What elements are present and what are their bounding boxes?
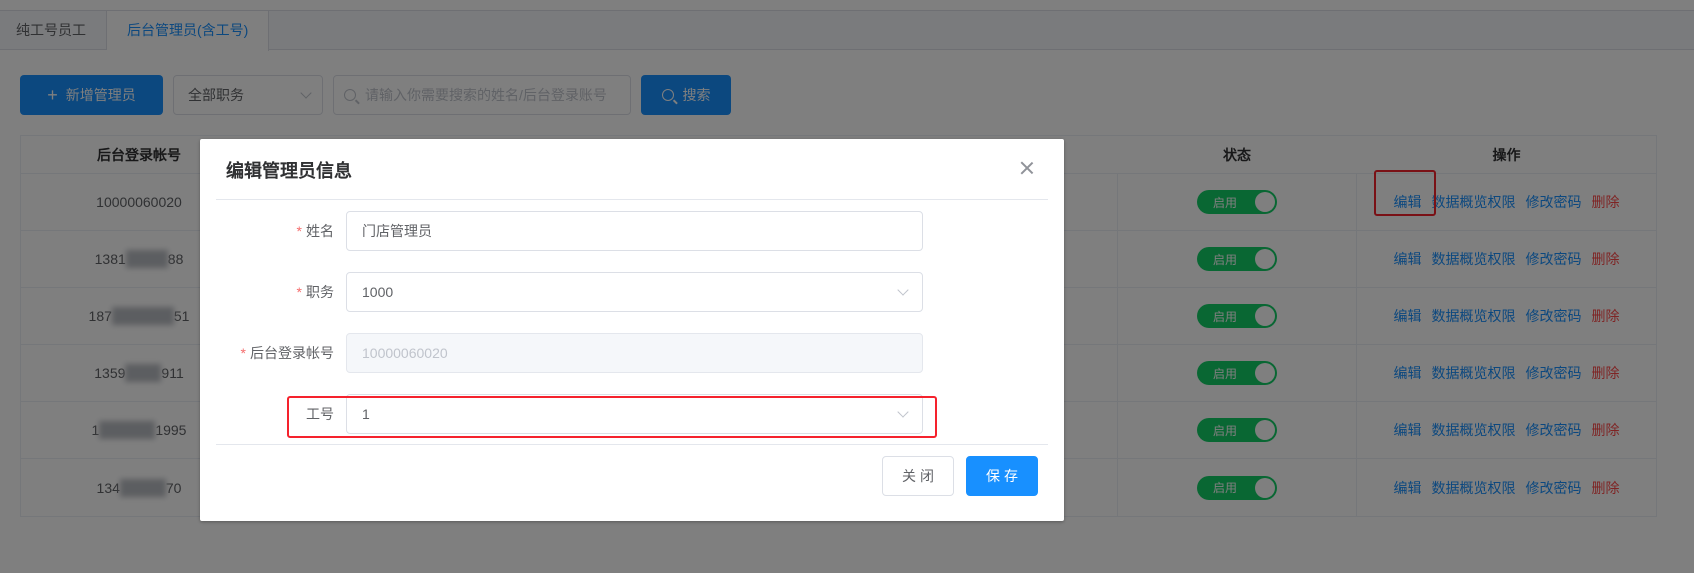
name-value: 门店管理员: [362, 223, 432, 239]
account-value: 10000060020: [362, 345, 448, 361]
form-item-name: * 姓名 门店管理员: [216, 211, 1048, 251]
close-button[interactable]: 关闭: [882, 456, 954, 496]
dialog-title: 编辑管理员信息: [226, 161, 352, 181]
dialog-header: 编辑管理员信息: [200, 139, 1064, 200]
dialog-footer: 关闭 保存: [882, 456, 1038, 496]
role-label: * 职务: [296, 284, 334, 300]
highlight-box: [287, 396, 937, 438]
edit-admin-dialog: 编辑管理员信息 * 姓名 门店管理员 * 职务 1000 * 后台登录帐号 10000…: [200, 139, 1064, 521]
form-item-account: * 后台登录帐号 10000060020: [216, 333, 1048, 373]
account-input: 10000060020: [346, 333, 923, 373]
header-divider: [216, 199, 1048, 200]
name-input[interactable]: 门店管理员: [346, 211, 923, 251]
account-label: * 后台登录帐号: [240, 345, 334, 361]
footer-divider: [216, 444, 1048, 445]
close-icon[interactable]: [1020, 161, 1034, 175]
form-item-role: * 职务 1000: [216, 272, 1048, 312]
role-select[interactable]: 1000: [346, 272, 923, 312]
role-value: 1000: [362, 284, 394, 300]
chevron-down-icon: [897, 284, 909, 296]
save-button[interactable]: 保存: [966, 456, 1038, 496]
name-label: * 姓名: [296, 223, 334, 239]
